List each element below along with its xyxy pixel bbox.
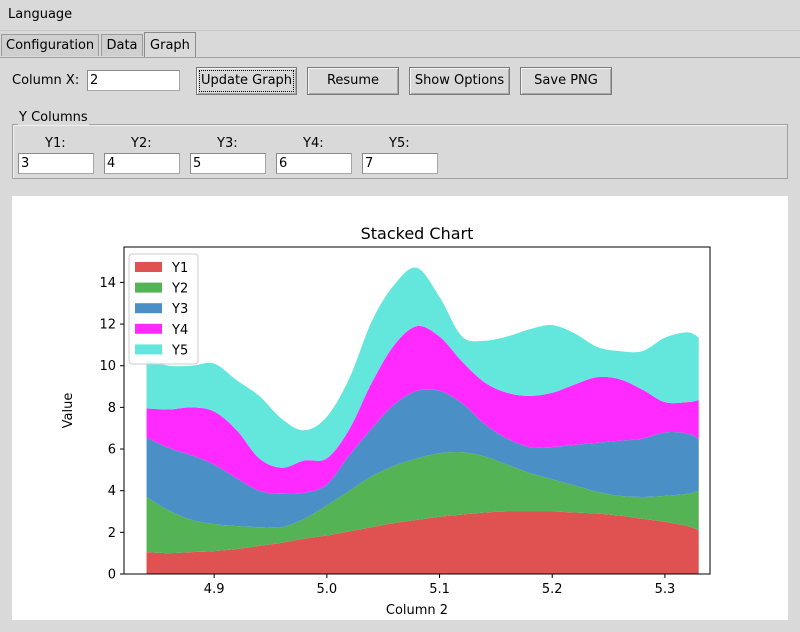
menubar: Language — [0, 0, 800, 31]
legend-swatch-y3 — [135, 303, 162, 314]
y-axis-label: Value — [61, 393, 76, 429]
show-options-button[interactable]: Show Options — [409, 67, 510, 95]
app-window: Language Configuration Data Graph Column… — [0, 0, 800, 632]
legend-label-y2: Y2 — [171, 282, 188, 297]
tab-data[interactable]: Data — [101, 34, 143, 56]
column-x-label: Column X: — [12, 73, 80, 88]
x-tick-label: 5.3 — [655, 582, 676, 597]
tab-configuration[interactable]: Configuration — [1, 34, 99, 56]
tab-graph[interactable]: Graph — [144, 32, 196, 58]
y-tick-label: 12 — [99, 318, 116, 333]
y-columns-title: Y Columns — [18, 110, 89, 125]
x-axis-label: Column 2 — [386, 603, 448, 618]
legend-swatch-y4 — [135, 323, 162, 334]
x-tick-label: 4.9 — [204, 582, 225, 597]
legend-label-y4: Y4 — [171, 323, 188, 338]
chart-legend: Y1 Y2 Y3 Y4 Y5 — [128, 253, 199, 365]
y-tick-label: 10 — [99, 359, 116, 374]
save-png-button[interactable]: Save PNG — [520, 67, 612, 95]
y-tick-label: 6 — [108, 443, 116, 458]
y2-label: Y2: — [131, 136, 152, 151]
x-axis-ticks: 4.9 5.0 5.1 5.2 5.3 — [204, 574, 675, 597]
y5-input[interactable]: 7 — [362, 153, 438, 174]
y-tick-label: 0 — [108, 568, 116, 583]
y-tick-label: 2 — [108, 526, 116, 541]
y-tick-label: 14 — [99, 276, 116, 291]
y4-label: Y4: — [303, 136, 324, 151]
legend-label-y5: Y5 — [171, 343, 188, 358]
y3-input[interactable]: 5 — [190, 153, 266, 174]
x-tick-label: 5.2 — [542, 582, 563, 597]
y5-label: Y5: — [389, 136, 410, 151]
legend-label-y3: Y3 — [171, 302, 188, 317]
legend-label-y1: Y1 — [171, 261, 188, 276]
y1-label: Y1: — [45, 136, 66, 151]
chart-areas — [146, 267, 699, 574]
y-axis-ticks: 0 2 4 6 8 10 12 14 — [99, 276, 124, 583]
resume-button[interactable]: Resume — [307, 67, 399, 95]
menu-language[interactable]: Language — [8, 7, 72, 22]
chart-title: Stacked Chart — [361, 224, 474, 243]
y-tick-label: 8 — [108, 401, 116, 416]
legend-swatch-y5 — [135, 344, 162, 355]
y1-input[interactable]: 3 — [18, 153, 94, 174]
y4-input[interactable]: 6 — [276, 153, 352, 174]
stacked-area-chart: 4.9 5.0 5.1 5.2 5.3 0 2 4 6 8 10 12 14 Stacked Char… — [61, 224, 711, 618]
y-tick-label: 4 — [108, 484, 116, 499]
legend-swatch-y1 — [135, 262, 162, 272]
y3-label: Y3: — [217, 136, 238, 151]
y2-input[interactable]: 4 — [104, 153, 180, 174]
update-graph-button[interactable]: Update Graph — [196, 67, 297, 95]
tab-bar: Configuration Data Graph — [0, 32, 800, 58]
tab-divider — [0, 57, 800, 58]
x-tick-label: 5.1 — [429, 582, 450, 597]
legend-swatch-y2 — [135, 282, 162, 293]
column-x-input[interactable]: 2 — [87, 70, 180, 91]
graph-canvas[interactable]: 4.9 5.0 5.1 5.2 5.3 0 2 4 6 8 10 12 14 Stacked Char… — [12, 196, 788, 620]
x-tick-label: 5.0 — [317, 582, 338, 597]
